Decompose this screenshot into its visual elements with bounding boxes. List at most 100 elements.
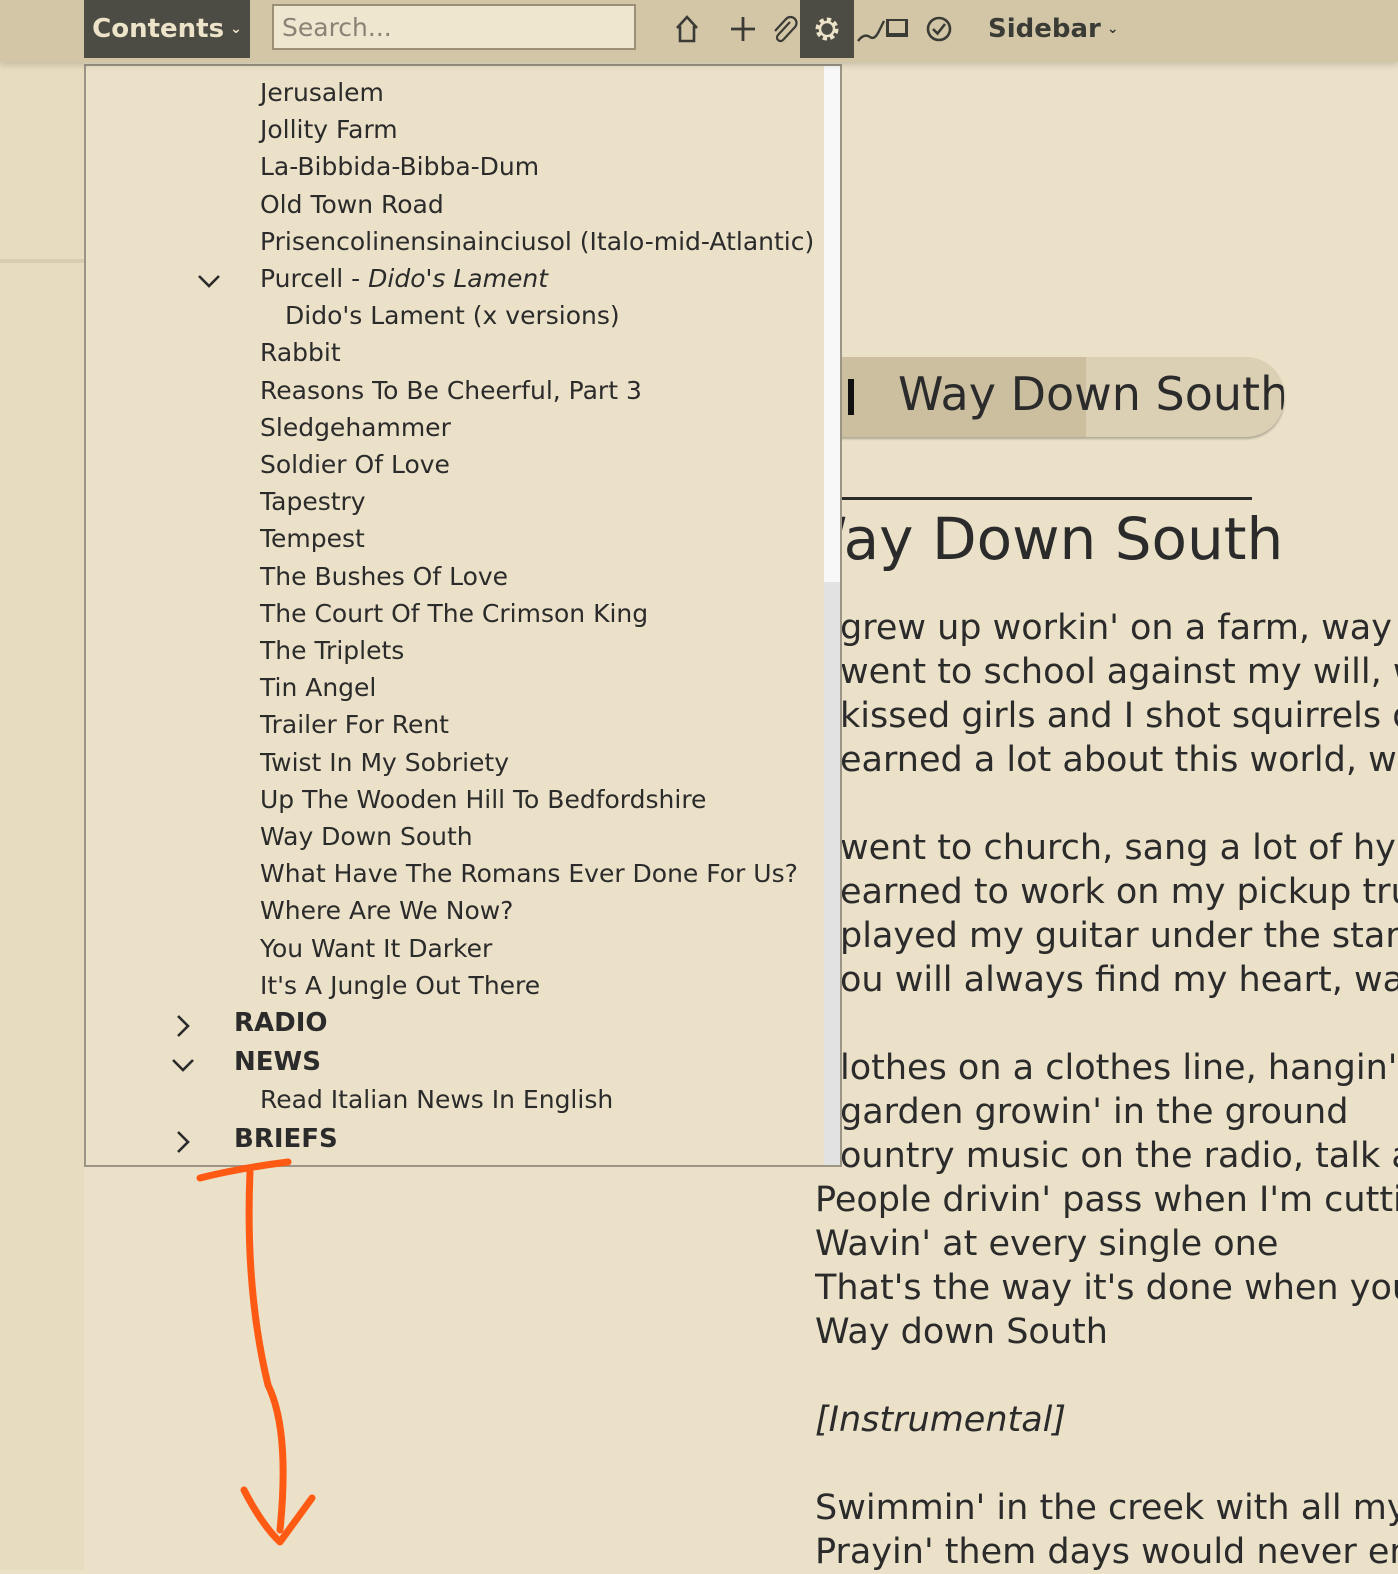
chevron-down-icon[interactable] bbox=[196, 268, 222, 294]
contents-item-label: Tin Angel bbox=[260, 673, 377, 702]
lyric-line bbox=[815, 1354, 1398, 1398]
contents-label: Contents bbox=[92, 14, 225, 44]
lyric-line: garden growin' in the ground bbox=[840, 1092, 1349, 1132]
plus-icon[interactable] bbox=[724, 0, 762, 58]
contents-item[interactable]: Way Down South bbox=[260, 822, 473, 851]
contents-item-label: Jollity Farm bbox=[260, 115, 398, 144]
lyric-line: played my guitar under the stars, bbox=[840, 916, 1398, 956]
contents-dropdown: Jerusalem Jollity Farm La-Bibbida-Bibba-Du… bbox=[84, 64, 842, 1167]
paperclip-icon[interactable] bbox=[766, 0, 802, 58]
chevron-down-icon: ⌄ bbox=[230, 21, 242, 37]
contents-item[interactable]: Soldier Of Love bbox=[260, 450, 450, 479]
edit-icon[interactable] bbox=[856, 0, 912, 58]
lyric-line: grew up workin' on a farm, way d bbox=[840, 608, 1398, 648]
contents-item[interactable]: Read Italian News In English bbox=[260, 1085, 613, 1114]
contents-item-label: Purcell - bbox=[260, 264, 369, 293]
contents-item-label: Rabbit bbox=[260, 338, 341, 367]
contents-item[interactable]: Jerusalem bbox=[260, 78, 384, 107]
scrollbar-thumb[interactable] bbox=[824, 66, 840, 582]
search-input[interactable] bbox=[272, 4, 636, 50]
section-radio[interactable]: RADIO bbox=[234, 1008, 328, 1038]
lyric-line: ou will always find my heart, way bbox=[840, 960, 1398, 1000]
lyric-line bbox=[815, 1002, 1398, 1046]
lyric-line: went to school against my will, wa bbox=[840, 652, 1398, 692]
contents-item-label: Twist In My Sobriety bbox=[260, 748, 510, 777]
contents-item[interactable]: What Have The Romans Ever Done For Us? bbox=[260, 859, 798, 888]
contents-item[interactable]: Twist In My Sobriety bbox=[260, 748, 509, 777]
contents-item-label: Prisencolinensinainciusol (Italo-mid-Atl… bbox=[260, 227, 815, 256]
contents-item-label: Up The Wooden Hill To Bedfordshire bbox=[260, 785, 707, 814]
contents-item[interactable]: Old Town Road bbox=[260, 190, 444, 219]
contents-item[interactable]: Tapestry bbox=[260, 487, 366, 516]
contents-item[interactable]: Dido's Lament (x versions) bbox=[285, 301, 620, 330]
lyric-line: went to church, sang a lot of hym bbox=[840, 828, 1398, 868]
contents-item[interactable]: Purcell - Dido's Lament bbox=[260, 264, 548, 293]
contents-item-label: Dido's Lament (x versions) bbox=[285, 301, 620, 330]
contents-item-label: La-Bibbida-Bibba-Dum bbox=[260, 152, 540, 181]
lyric-line: Wavin' at every single one bbox=[815, 1224, 1279, 1264]
checkmark-circle-icon[interactable] bbox=[922, 0, 956, 58]
contents-item[interactable]: La-Bibbida-Bibba-Dum bbox=[260, 152, 539, 181]
top-toolbar: Contents ⌄ Sidebar ⌄ bbox=[0, 0, 1398, 62]
contents-item[interactable]: It's A Jungle Out There bbox=[260, 971, 540, 1000]
chevron-down-icon: ⌄ bbox=[1106, 21, 1119, 37]
contents-item-label: It's A Jungle Out There bbox=[260, 971, 541, 1000]
contents-item[interactable]: The Triplets bbox=[260, 636, 404, 665]
contents-button[interactable]: Contents ⌄ bbox=[84, 0, 250, 58]
lyric-line: Prayin' them days would never end bbox=[815, 1532, 1398, 1572]
settings-button[interactable] bbox=[800, 0, 854, 58]
contents-item[interactable]: Tempest bbox=[260, 524, 365, 553]
contents-item[interactable]: Where Are We Now? bbox=[260, 896, 513, 925]
lyric-line: [Instrumental] bbox=[815, 1400, 1067, 1440]
audio-player[interactable]: Way Down South bbox=[790, 357, 1284, 437]
contents-item[interactable]: Jollity Farm bbox=[260, 115, 398, 144]
contents-item[interactable]: Up The Wooden Hill To Bedfordshire bbox=[260, 785, 706, 814]
lyric-line: lothes on a clothes line, hangin' i bbox=[840, 1048, 1398, 1088]
contents-item-label: Sledgehammer bbox=[260, 413, 451, 442]
contents-item-label: Jerusalem bbox=[260, 78, 384, 107]
lyric-line bbox=[815, 782, 1398, 826]
lyric-line: earned to work on my pickup tru bbox=[840, 872, 1398, 912]
contents-item-label: Tapestry bbox=[260, 487, 366, 516]
contents-item-italic: Dido's Lament bbox=[368, 264, 548, 293]
section-news[interactable]: NEWS bbox=[234, 1047, 321, 1077]
contents-item-label: Where Are We Now? bbox=[260, 896, 514, 925]
lyric-line: Swimmin' in the creek with all my f bbox=[815, 1488, 1398, 1528]
contents-item-label: Tempest bbox=[260, 524, 365, 553]
audio-player-title: Way Down South bbox=[898, 367, 1284, 421]
contents-item-label: Soldier Of Love bbox=[260, 450, 450, 479]
page-title: Way Down South bbox=[790, 505, 1284, 573]
chevron-right-icon[interactable] bbox=[170, 1013, 196, 1039]
contents-item[interactable]: Trailer For Rent bbox=[260, 710, 449, 739]
sidebar-button[interactable]: Sidebar ⌄ bbox=[988, 0, 1119, 58]
contents-item-label: The Court Of The Crimson King bbox=[260, 599, 649, 628]
scrollbar[interactable] bbox=[824, 66, 840, 1165]
contents-item[interactable]: Prisencolinensinainciusol (Italo-mid-Atl… bbox=[260, 227, 814, 256]
contents-item-label: The Triplets bbox=[260, 636, 405, 665]
lyric-line bbox=[815, 1442, 1398, 1486]
sidebar-label: Sidebar bbox=[988, 14, 1101, 44]
contents-item-label: What Have The Romans Ever Done For Us? bbox=[260, 859, 798, 888]
gear-icon bbox=[800, 0, 854, 58]
section-briefs[interactable]: BRIEFS bbox=[234, 1124, 338, 1154]
contents-item[interactable]: Sledgehammer bbox=[260, 413, 451, 442]
lyric-line: That's the way it's done when you bbox=[815, 1268, 1398, 1308]
pause-icon[interactable] bbox=[832, 379, 856, 415]
home-icon[interactable] bbox=[668, 0, 706, 58]
contents-item-label: Trailer For Rent bbox=[260, 710, 449, 739]
chevron-down-icon[interactable] bbox=[170, 1052, 196, 1078]
heading-rule bbox=[840, 497, 1252, 500]
contents-item-label: Way Down South bbox=[260, 822, 473, 851]
lyric-line: kissed girls and I shot squirrels ou bbox=[840, 696, 1398, 736]
contents-item-label: Reasons To Be Cheerful, Part 3 bbox=[260, 376, 642, 405]
chevron-right-icon[interactable] bbox=[170, 1129, 196, 1155]
contents-item[interactable]: The Bushes Of Love bbox=[260, 562, 508, 591]
lyric-line: People drivin' pass when I'm cuttin bbox=[815, 1180, 1398, 1220]
lyric-line: earned a lot about this world, wa bbox=[840, 740, 1398, 780]
lyrics: grew up workin' on a farm, way d went to … bbox=[815, 606, 1398, 1574]
contents-item[interactable]: Reasons To Be Cheerful, Part 3 bbox=[260, 376, 642, 405]
contents-item[interactable]: The Court Of The Crimson King bbox=[260, 599, 648, 628]
contents-item[interactable]: Tin Angel bbox=[260, 673, 376, 702]
contents-item[interactable]: Rabbit bbox=[260, 338, 341, 367]
contents-item[interactable]: You Want It Darker bbox=[260, 934, 492, 963]
